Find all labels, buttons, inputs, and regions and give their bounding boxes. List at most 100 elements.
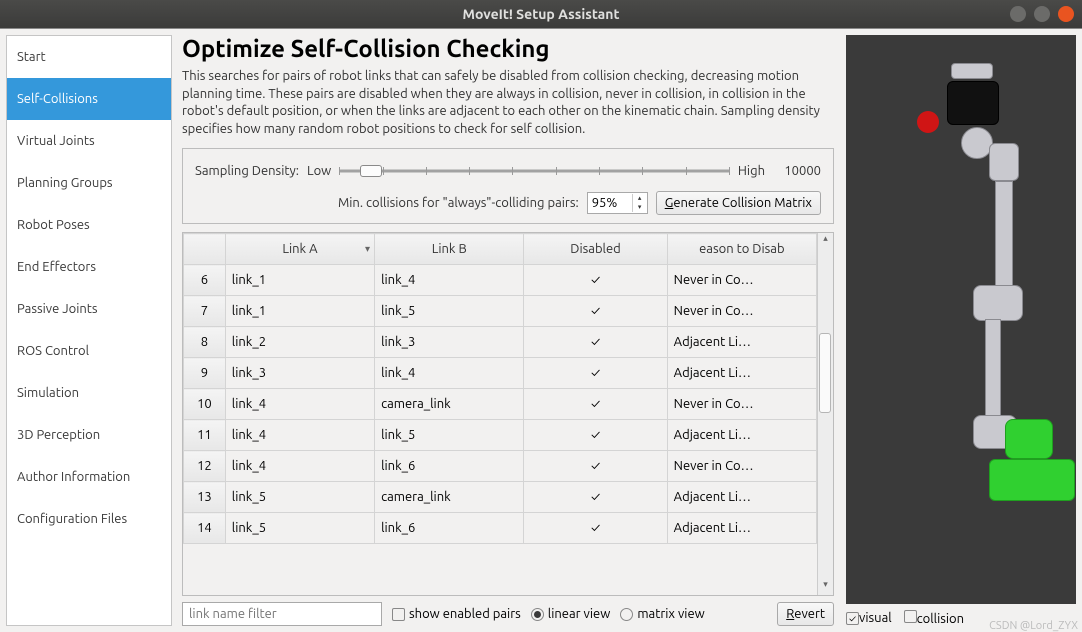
row-index: 6: [184, 265, 226, 296]
row-index: 7: [184, 296, 226, 327]
reason-cell: Adjacent Li…: [667, 420, 816, 451]
reason-cell: Never in Co…: [667, 265, 816, 296]
density-high: High: [738, 164, 765, 178]
table-row[interactable]: 10link_4camera_link✓Never in Co…: [184, 389, 817, 420]
show-enabled-pairs-checkbox[interactable]: show enabled pairs: [392, 607, 521, 621]
row-index: 13: [184, 482, 226, 513]
disabled-checkbox[interactable]: ✓: [524, 296, 667, 327]
table-row[interactable]: 13link_5camera_link✓Adjacent Li…: [184, 482, 817, 513]
minimize-icon[interactable]: [1010, 6, 1026, 22]
scroll-thumb[interactable]: [819, 333, 831, 413]
watermark: CSDN @Lord_ZYX: [989, 620, 1078, 632]
row-index: 10: [184, 389, 226, 420]
min-collisions-label: Min. collisions for "always"-colliding p…: [338, 196, 579, 210]
disabled-checkbox[interactable]: ✓: [524, 358, 667, 389]
table-row[interactable]: 8link_2link_3✓Adjacent Li…: [184, 327, 817, 358]
link-a-cell: link_5: [225, 482, 374, 513]
sidebar-item-author-information[interactable]: Author Information: [7, 456, 171, 498]
row-index: 11: [184, 420, 226, 451]
scroll-up-icon[interactable]: ▴: [818, 233, 833, 249]
link-a-cell: link_2: [225, 327, 374, 358]
link-a-cell: link_5: [225, 513, 374, 544]
sort-icon[interactable]: ▾: [365, 243, 370, 255]
link-a-cell: link_4: [225, 389, 374, 420]
table-header[interactable]: [184, 234, 226, 265]
reason-cell: Adjacent Li…: [667, 358, 816, 389]
sidebar-item-planning-groups[interactable]: Planning Groups: [7, 162, 171, 204]
reason-cell: Never in Co…: [667, 451, 816, 482]
spinner-down-icon[interactable]: ▾: [633, 203, 647, 212]
linear-view-radio[interactable]: linear view: [531, 607, 611, 621]
density-low: Low: [307, 164, 331, 178]
sidebar-item-end-effectors[interactable]: End Effectors: [7, 246, 171, 288]
reason-cell: Never in Co…: [667, 389, 816, 420]
density-panel: Sampling Density: Low High 10000 Min. co…: [182, 148, 834, 224]
reason-cell: Adjacent Li…: [667, 327, 816, 358]
min-collisions-input[interactable]: [588, 193, 632, 213]
reason-cell: Never in Co…: [667, 296, 816, 327]
revert-button[interactable]: Revert: [777, 602, 834, 626]
table-row[interactable]: 11link_4link_5✓Adjacent Li…: [184, 420, 817, 451]
reason-cell: Adjacent Li…: [667, 482, 816, 513]
page-description: This searches for pairs of robot links t…: [182, 68, 834, 138]
disabled-checkbox[interactable]: ✓: [524, 482, 667, 513]
sidebar-item-ros-control[interactable]: ROS Control: [7, 330, 171, 372]
row-index: 8: [184, 327, 226, 358]
link-b-cell: camera_link: [375, 482, 524, 513]
row-index: 9: [184, 358, 226, 389]
disabled-checkbox[interactable]: ✓: [524, 513, 667, 544]
link-a-cell: link_3: [225, 358, 374, 389]
scroll-down-icon[interactable]: ▾: [818, 579, 833, 595]
page-title: Optimize Self-Collision Checking: [182, 35, 834, 62]
sidebar-item-3d-perception[interactable]: 3D Perception: [7, 414, 171, 456]
reason-cell: Adjacent Li…: [667, 513, 816, 544]
min-collisions-spinner[interactable]: ▴▾: [587, 192, 648, 214]
maximize-icon[interactable]: [1034, 6, 1050, 22]
link-b-cell: link_6: [375, 513, 524, 544]
matrix-view-radio[interactable]: matrix view: [620, 607, 704, 621]
link-b-cell: link_4: [375, 358, 524, 389]
link-b-cell: link_5: [375, 420, 524, 451]
disabled-checkbox[interactable]: ✓: [524, 265, 667, 296]
sidebar-item-passive-joints[interactable]: Passive Joints: [7, 288, 171, 330]
row-index: 12: [184, 451, 226, 482]
table-header[interactable]: Link B: [375, 234, 524, 265]
sidebar-item-configuration-files[interactable]: Configuration Files: [7, 498, 171, 540]
table-row[interactable]: 7link_1link_5✓Never in Co…: [184, 296, 817, 327]
sidebar: StartSelf-CollisionsVirtual JointsPlanni…: [6, 35, 172, 626]
link-b-cell: link_3: [375, 327, 524, 358]
sidebar-item-simulation[interactable]: Simulation: [7, 372, 171, 414]
slider-handle[interactable]: [360, 165, 382, 177]
disabled-checkbox[interactable]: ✓: [524, 451, 667, 482]
robot-viewport[interactable]: [846, 35, 1076, 604]
table-row[interactable]: 6link_1link_4✓Never in Co…: [184, 265, 817, 296]
link-filter-input[interactable]: [182, 602, 382, 626]
link-a-cell: link_1: [225, 296, 374, 327]
table-row[interactable]: 14link_5link_6✓Adjacent Li…: [184, 513, 817, 544]
generate-collision-matrix-button[interactable]: Generate Collision Matrix: [656, 191, 821, 215]
table-scrollbar[interactable]: ▴ ▾: [817, 233, 833, 595]
sidebar-item-self-collisions[interactable]: Self-Collisions: [7, 78, 171, 120]
sidebar-item-robot-poses[interactable]: Robot Poses: [7, 204, 171, 246]
disabled-checkbox[interactable]: ✓: [524, 389, 667, 420]
disabled-checkbox[interactable]: ✓: [524, 327, 667, 358]
spinner-up-icon[interactable]: ▴: [633, 194, 647, 203]
close-icon[interactable]: [1058, 6, 1074, 22]
sidebar-item-virtual-joints[interactable]: Virtual Joints: [7, 120, 171, 162]
density-value: 10000: [773, 164, 821, 178]
link-b-cell: camera_link: [375, 389, 524, 420]
link-a-cell: link_1: [225, 265, 374, 296]
table-row[interactable]: 12link_4link_6✓Never in Co…: [184, 451, 817, 482]
link-a-cell: link_4: [225, 451, 374, 482]
visual-checkbox[interactable]: visual: [846, 611, 892, 625]
link-b-cell: link_5: [375, 296, 524, 327]
table-header[interactable]: Link A▾: [225, 234, 374, 265]
collision-checkbox[interactable]: collision: [904, 610, 964, 626]
disabled-checkbox[interactable]: ✓: [524, 420, 667, 451]
sidebar-item-start[interactable]: Start: [7, 36, 171, 78]
table-row[interactable]: 9link_3link_4✓Adjacent Li…: [184, 358, 817, 389]
density-slider[interactable]: [339, 161, 730, 181]
table-header[interactable]: eason to Disab: [667, 234, 816, 265]
table-header[interactable]: Disabled: [524, 234, 667, 265]
row-index: 14: [184, 513, 226, 544]
